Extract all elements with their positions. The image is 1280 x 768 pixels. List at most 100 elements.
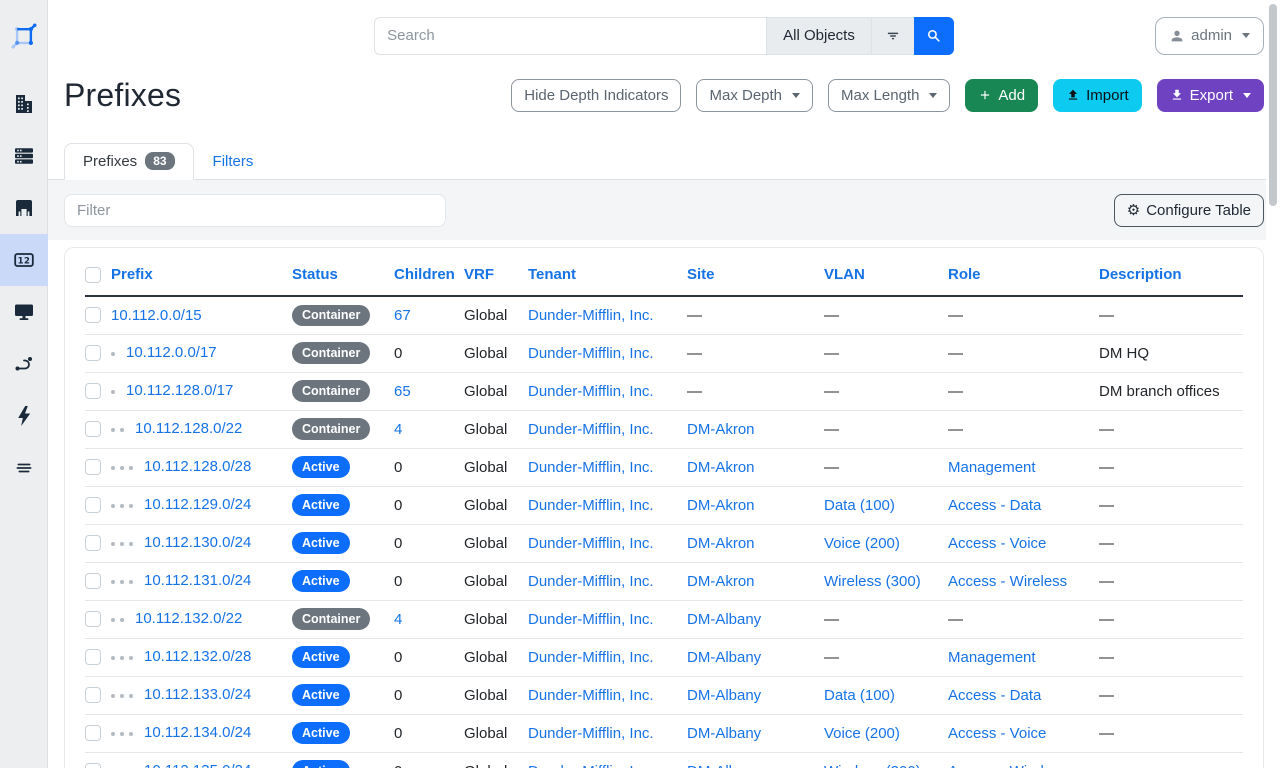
tenant-link[interactable]: Dunder-Mifflin, Inc. bbox=[528, 535, 654, 552]
site-link[interactable]: DM-Akron bbox=[687, 497, 755, 514]
role-link[interactable]: Access - Data bbox=[948, 497, 1041, 514]
prefix-link[interactable]: 10.112.133.0/24 bbox=[144, 686, 251, 703]
column-header-vrf[interactable]: VRF bbox=[464, 266, 494, 283]
vlan-link[interactable]: Voice (200) bbox=[824, 535, 900, 552]
row-checkbox[interactable] bbox=[85, 573, 101, 589]
search-scope-button[interactable]: All Objects bbox=[766, 17, 871, 55]
prefix-link[interactable]: 10.112.128.0/22 bbox=[135, 420, 242, 437]
column-header-status[interactable]: Status bbox=[292, 266, 338, 283]
children-count[interactable]: 4 bbox=[394, 421, 402, 438]
prefix-link[interactable]: 10.112.0.0/17 bbox=[126, 344, 217, 361]
tenant-link[interactable]: Dunder-Mifflin, Inc. bbox=[528, 345, 654, 362]
sidebar-item-organization[interactable] bbox=[0, 78, 48, 130]
tenant-link[interactable]: Dunder-Mifflin, Inc. bbox=[528, 649, 654, 666]
export-dropdown[interactable]: Export bbox=[1157, 79, 1264, 112]
search-submit-button[interactable] bbox=[914, 17, 954, 55]
tenant-link[interactable]: Dunder-Mifflin, Inc. bbox=[528, 383, 654, 400]
tenant-link[interactable]: Dunder-Mifflin, Inc. bbox=[528, 573, 654, 590]
children-count[interactable]: 65 bbox=[394, 383, 411, 400]
sidebar-item-virtualization[interactable] bbox=[0, 286, 48, 338]
site-link[interactable]: DM-Albany bbox=[687, 611, 761, 628]
column-header-site[interactable]: Site bbox=[687, 266, 715, 283]
column-header-description[interactable]: Description bbox=[1099, 266, 1182, 283]
site-link[interactable]: DM-Albany bbox=[687, 725, 761, 742]
role-link[interactable]: Access - Wireless bbox=[948, 573, 1067, 590]
tenant-link[interactable]: Dunder-Mifflin, Inc. bbox=[528, 307, 654, 324]
global-search-input[interactable] bbox=[374, 17, 766, 55]
tab-prefixes[interactable]: Prefixes 83 bbox=[64, 143, 194, 180]
row-checkbox[interactable] bbox=[85, 307, 101, 323]
vlan-link[interactable]: Data (100) bbox=[824, 687, 895, 704]
tenant-link[interactable]: Dunder-Mifflin, Inc. bbox=[528, 611, 654, 628]
children-count[interactable]: 67 bbox=[394, 307, 411, 324]
hide-depth-indicators-button[interactable]: Hide Depth Indicators bbox=[511, 79, 681, 112]
role-link[interactable]: Access - Data bbox=[948, 687, 1041, 704]
row-checkbox[interactable] bbox=[85, 687, 101, 703]
search-filter-button[interactable] bbox=[871, 17, 914, 55]
tenant-link[interactable]: Dunder-Mifflin, Inc. bbox=[528, 725, 654, 742]
max-length-dropdown[interactable]: Max Length bbox=[828, 79, 950, 112]
quick-filter-input[interactable] bbox=[64, 194, 446, 227]
row-checkbox[interactable] bbox=[85, 459, 101, 475]
scrollbar-track[interactable] bbox=[1266, 0, 1280, 768]
prefix-link[interactable]: 10.112.132.0/22 bbox=[135, 610, 242, 627]
vlan-link[interactable]: Data (100) bbox=[824, 497, 895, 514]
row-checkbox[interactable] bbox=[85, 535, 101, 551]
vlan-link[interactable]: Voice (200) bbox=[824, 725, 900, 742]
site-link[interactable]: DM-Akron bbox=[687, 573, 755, 590]
tenant-link[interactable]: Dunder-Mifflin, Inc. bbox=[528, 421, 654, 438]
prefix-link[interactable]: 10.112.128.0/17 bbox=[126, 382, 233, 399]
row-checkbox[interactable] bbox=[85, 611, 101, 627]
import-button[interactable]: Import bbox=[1053, 79, 1142, 112]
row-checkbox[interactable] bbox=[85, 421, 101, 437]
tenant-link[interactable]: Dunder-Mifflin, Inc. bbox=[528, 687, 654, 704]
prefix-link[interactable]: 10.112.135.0/24 bbox=[144, 762, 251, 768]
scrollbar-thumb[interactable] bbox=[1269, 4, 1277, 206]
role-link[interactable]: Access - Voice bbox=[948, 535, 1046, 552]
sidebar-item-devices[interactable] bbox=[0, 130, 48, 182]
tenant-link[interactable]: Dunder-Mifflin, Inc. bbox=[528, 497, 654, 514]
row-checkbox[interactable] bbox=[85, 383, 101, 399]
prefix-link[interactable]: 10.112.0.0/15 bbox=[111, 307, 202, 324]
site-link[interactable]: DM-Akron bbox=[687, 459, 755, 476]
sidebar-item-ipam[interactable]: 1 2 bbox=[0, 234, 48, 286]
prefix-link[interactable]: 10.112.132.0/28 bbox=[144, 648, 251, 665]
prefix-link[interactable]: 10.112.129.0/24 bbox=[144, 496, 251, 513]
column-header-tenant[interactable]: Tenant bbox=[528, 266, 576, 283]
select-all-checkbox[interactable] bbox=[85, 267, 101, 283]
add-button[interactable]: Add bbox=[965, 79, 1038, 112]
row-checkbox[interactable] bbox=[85, 763, 101, 768]
site-link[interactable]: DM-Albany bbox=[687, 687, 761, 704]
column-header-role[interactable]: Role bbox=[948, 266, 981, 283]
prefix-link[interactable]: 10.112.130.0/24 bbox=[144, 534, 251, 551]
row-checkbox[interactable] bbox=[85, 345, 101, 361]
prefix-link[interactable]: 10.112.134.0/24 bbox=[144, 724, 251, 741]
user-menu-button[interactable]: admin bbox=[1155, 17, 1264, 55]
site-link[interactable]: DM-Albany bbox=[687, 763, 761, 768]
site-link[interactable]: DM-Albany bbox=[687, 649, 761, 666]
prefix-link[interactable]: 10.112.131.0/24 bbox=[144, 572, 251, 589]
sidebar-item-power[interactable] bbox=[0, 390, 48, 442]
role-link[interactable]: Access - Wireless bbox=[948, 763, 1067, 768]
sidebar-item-circuits[interactable] bbox=[0, 338, 48, 390]
role-link[interactable]: Management bbox=[948, 459, 1036, 476]
tab-filters[interactable]: Filters bbox=[194, 143, 273, 180]
column-header-vlan[interactable]: VLAN bbox=[824, 266, 865, 283]
configure-table-button[interactable]: ⚙ Configure Table bbox=[1114, 194, 1264, 227]
netbox-logo[interactable] bbox=[0, 8, 48, 64]
row-checkbox[interactable] bbox=[85, 497, 101, 513]
row-checkbox[interactable] bbox=[85, 725, 101, 741]
prefix-link[interactable]: 10.112.128.0/28 bbox=[144, 458, 251, 475]
site-link[interactable]: DM-Akron bbox=[687, 535, 755, 552]
vlan-link[interactable]: Wireless (300) bbox=[824, 573, 921, 590]
column-header-children[interactable]: Children bbox=[394, 266, 455, 283]
max-depth-dropdown[interactable]: Max Depth bbox=[696, 79, 813, 112]
role-link[interactable]: Access - Voice bbox=[948, 725, 1046, 742]
site-link[interactable]: DM-Akron bbox=[687, 421, 755, 438]
vlan-link[interactable]: Wireless (300) bbox=[824, 763, 921, 768]
sidebar-item-other[interactable] bbox=[0, 442, 48, 494]
column-header-prefix[interactable]: Prefix bbox=[111, 266, 153, 283]
tenant-link[interactable]: Dunder-Mifflin, Inc. bbox=[528, 763, 654, 768]
role-link[interactable]: Management bbox=[948, 649, 1036, 666]
children-count[interactable]: 4 bbox=[394, 611, 402, 628]
